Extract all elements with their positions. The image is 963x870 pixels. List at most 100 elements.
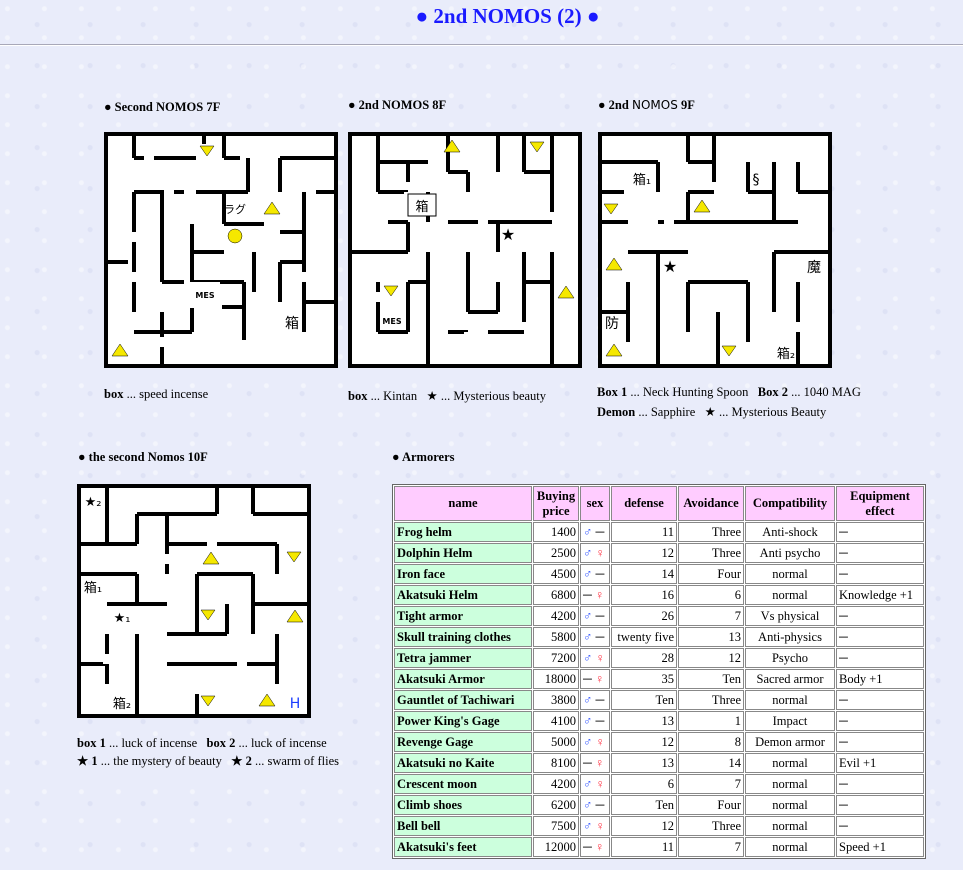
female-icon: ♀	[594, 671, 605, 686]
item-effect: ─	[836, 690, 924, 710]
item-effect: Body +1	[836, 669, 924, 689]
female-icon: ─	[595, 797, 605, 812]
demon-mark: 魔	[807, 260, 821, 276]
item-effect: ─	[836, 648, 924, 668]
map-7f: MES ラグ 箱	[104, 132, 338, 368]
item-avoidance: Four	[678, 564, 744, 584]
map-label-7f: ● Second NOMOS 7F	[104, 100, 221, 114]
item-effect: ─	[836, 522, 924, 542]
item-price: 7500	[533, 816, 579, 836]
item-sex: ♂ ─	[580, 690, 610, 710]
item-price: 2500	[533, 543, 579, 563]
item-defense: 12	[611, 543, 677, 563]
page-title: ● 2nd NOMOS (2) ●	[415, 4, 600, 28]
male-icon: ─	[583, 587, 592, 602]
item-defense: 35	[611, 669, 677, 689]
item-avoidance: Three	[678, 543, 744, 563]
item-defense: 16	[611, 585, 677, 605]
mes-mark: MES	[195, 291, 214, 300]
item-compatibility: normal	[745, 795, 835, 815]
item-avoidance: 8	[678, 732, 744, 752]
h-mark: H	[290, 696, 301, 712]
warp-point-icon	[227, 228, 243, 244]
item-compatibility: Sacred armor	[745, 669, 835, 689]
item-defense: Ten	[611, 690, 677, 710]
table-row: Akatsuki no Kaite 8100 ─ ♀ 13 14 normal Evil +…	[394, 753, 924, 773]
item-defense: 26	[611, 606, 677, 626]
item-name: Tight armor	[394, 606, 532, 626]
item-price: 6800	[533, 585, 579, 605]
item-sex: ♂ ─	[580, 522, 610, 542]
table-row: Tetra jammer 7200 ♂ ♀ 28 12 Psycho ─	[394, 648, 924, 668]
item-compatibility: normal	[745, 816, 835, 836]
col-sex: sex	[580, 486, 610, 521]
male-icon: ♂	[583, 797, 593, 812]
item-price: 4100	[533, 711, 579, 731]
item-sex: ─ ♀	[580, 585, 610, 605]
male-icon: ♂	[583, 524, 593, 539]
item-compatibility: Vs physical	[745, 606, 835, 626]
item-compatibility: Anti-shock	[745, 522, 835, 542]
female-icon: ♀	[595, 776, 605, 791]
female-icon: ♀	[594, 839, 605, 854]
table-row: Power King's Gage 4100 ♂ ─ 13 1 Impact ─	[394, 711, 924, 731]
star-2-mark: ★₂	[85, 495, 102, 510]
item-price: 7200	[533, 648, 579, 668]
item-avoidance: Three	[678, 522, 744, 542]
item-name: Akatsuki Helm	[394, 585, 532, 605]
female-icon: ♀	[595, 650, 605, 665]
box-mark: 箱	[285, 316, 299, 332]
item-avoidance: 1	[678, 711, 744, 731]
table-row: Akatsuki Helm 6800 ─ ♀ 16 6 normal Knowledge +…	[394, 585, 924, 605]
item-compatibility: Psycho	[745, 648, 835, 668]
item-defense: Ten	[611, 795, 677, 815]
male-icon: ♂	[583, 608, 593, 623]
item-defense: 28	[611, 648, 677, 668]
item-compatibility: normal	[745, 837, 835, 857]
female-icon: ─	[595, 524, 605, 539]
item-avoidance: Ten	[678, 669, 744, 689]
item-compatibility: Anti psycho	[745, 543, 835, 563]
item-compatibility: normal	[745, 585, 835, 605]
item-defense: 11	[611, 837, 677, 857]
item-defense: 13	[611, 711, 677, 731]
star-icon: ★	[663, 257, 677, 276]
item-name: Frog helm	[394, 522, 532, 542]
item-avoidance: 7	[678, 606, 744, 626]
col-compatibility: Compatibility	[745, 486, 835, 521]
item-price: 4200	[533, 774, 579, 794]
armorers-label: ● Armorers	[392, 450, 455, 464]
item-effect: ─	[836, 627, 924, 647]
item-effect: ─	[836, 711, 924, 731]
male-icon: ─	[583, 671, 592, 686]
divider	[0, 44, 963, 46]
box-2-mark: 箱₂	[113, 696, 131, 712]
item-effect: Knowledge +1	[836, 585, 924, 605]
item-effect: ─	[836, 732, 924, 752]
col-avoidance: Avoidance	[678, 486, 744, 521]
item-price: 1400	[533, 522, 579, 542]
item-defense: 13	[611, 753, 677, 773]
item-price: 3800	[533, 690, 579, 710]
item-name: Gauntlet of Tachiwari	[394, 690, 532, 710]
item-effect: Evil +1	[836, 753, 924, 773]
item-effect: Speed +1	[836, 837, 924, 857]
item-sex: ♂ ─	[580, 795, 610, 815]
female-icon: ♀	[595, 818, 605, 833]
table-row: Revenge Gage 5000 ♂ ♀ 12 8 Demon armor ─	[394, 732, 924, 752]
female-icon: ─	[595, 608, 605, 623]
item-effect: ─	[836, 606, 924, 626]
table-row: Gauntlet of Tachiwari 3800 ♂ ─ Ten Three norm…	[394, 690, 924, 710]
defense-mark: 防	[605, 316, 619, 332]
item-avoidance: Three	[678, 690, 744, 710]
map-9f: 箱₁ § 魔 防 箱₂ ★	[598, 132, 832, 368]
male-icon: ♂	[583, 566, 593, 581]
item-compatibility: normal	[745, 564, 835, 584]
female-icon: ♀	[594, 587, 605, 602]
male-icon: ─	[583, 755, 592, 770]
female-icon: ─	[595, 692, 605, 707]
item-name: Dolphin Helm	[394, 543, 532, 563]
caption-9f: Box 1 ... Neck Hunting Spoon Box 2 ... 1…	[597, 385, 861, 419]
item-price: 12000	[533, 837, 579, 857]
table-row: Akatsuki's feet 12000 ─ ♀ 11 7 normal Speed +1	[394, 837, 924, 857]
